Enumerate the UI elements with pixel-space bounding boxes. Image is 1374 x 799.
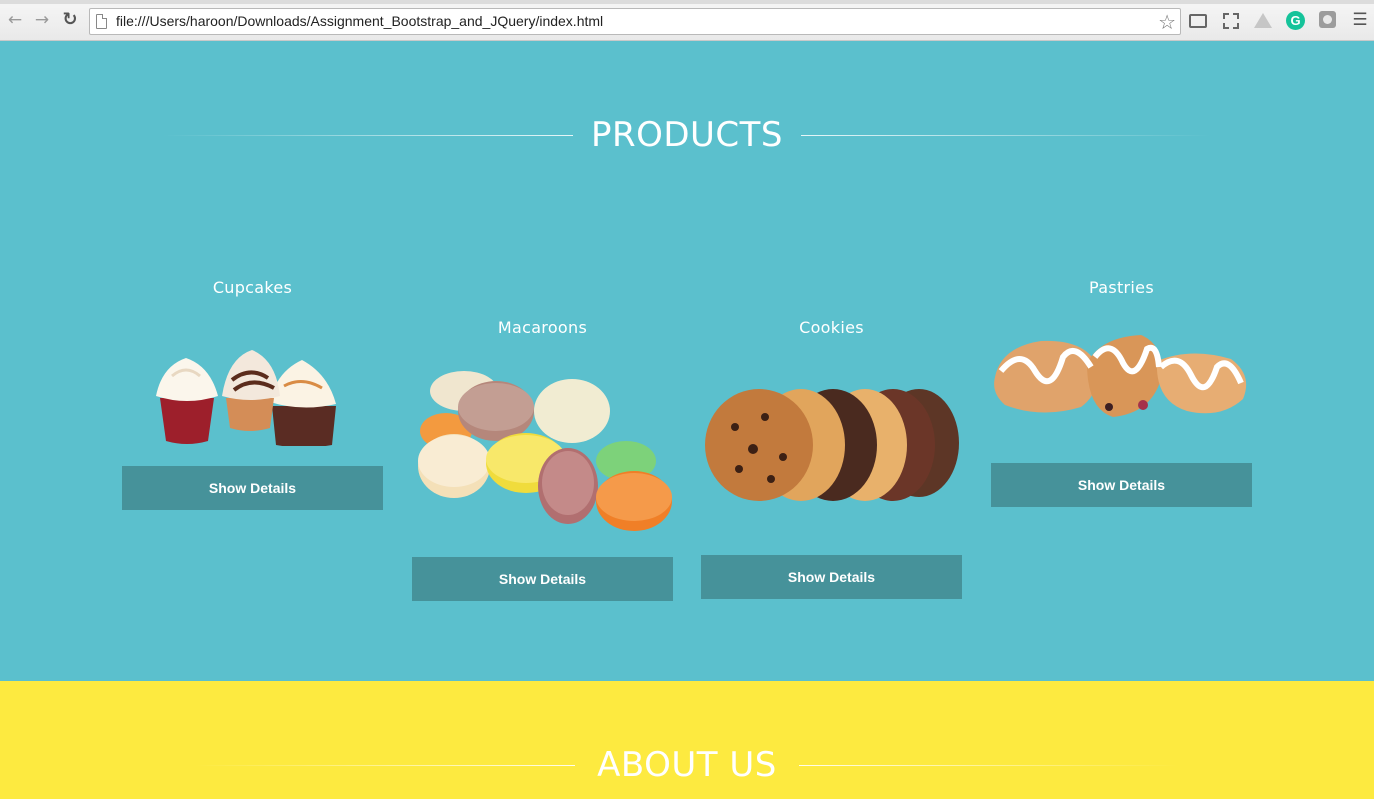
browser-toolbar: ← → ↻ file:///Users/haroon/Downloads/Ass… [0,0,1374,41]
drive-icon[interactable] [1254,13,1272,28]
product-card-pastries: Pastries Show Details [991,41,1252,681]
products-section: PRODUCTS Cupcakes Show Details Macaroons [0,41,1374,681]
product-card-macaroons: Macaroons Show Details [412,41,673,681]
product-card-cookies: Cookies Show Details [701,41,962,681]
screenshot-icon[interactable] [1223,13,1239,29]
reload-icon[interactable]: ↻ [60,10,80,30]
product-card-cupcakes: Cupcakes Show Details [122,41,383,681]
tab-strip [0,0,1374,4]
cookies-image [705,389,959,501]
address-bar-url[interactable]: file:///Users/haroon/Downloads/Assignmen… [116,13,603,29]
menu-icon[interactable]: ☰ [1351,11,1369,29]
show-details-button[interactable]: Show Details [701,555,962,599]
cupcakes-image [156,350,336,446]
forward-icon[interactable]: → [32,10,52,30]
extension-icon[interactable] [1319,11,1336,28]
address-bar[interactable]: file:///Users/haroon/Downloads/Assignmen… [89,8,1181,35]
show-details-button[interactable]: Show Details [412,557,673,601]
product-name: Cookies [799,318,864,337]
show-details-button[interactable]: Show Details [991,463,1252,507]
product-name: Cupcakes [212,278,293,297]
about-section: ABOUT US [0,681,1374,799]
grammarly-icon[interactable]: G [1286,11,1305,30]
pastries-image [994,335,1247,417]
bookmark-star-icon[interactable]: ☆ [1158,10,1176,34]
product-name: Pastries [1089,278,1154,297]
heading-divider-left [195,764,576,766]
show-details-button[interactable]: Show Details [122,466,383,510]
cast-icon[interactable] [1189,14,1207,28]
page-icon [96,14,107,29]
back-icon[interactable]: ← [5,10,25,30]
about-heading: ABOUT US [0,743,1374,787]
heading-divider-right [798,764,1179,766]
product-name: Macaroons [497,318,588,337]
macaroons-image [418,371,672,531]
about-title: ABOUT US [597,745,777,785]
